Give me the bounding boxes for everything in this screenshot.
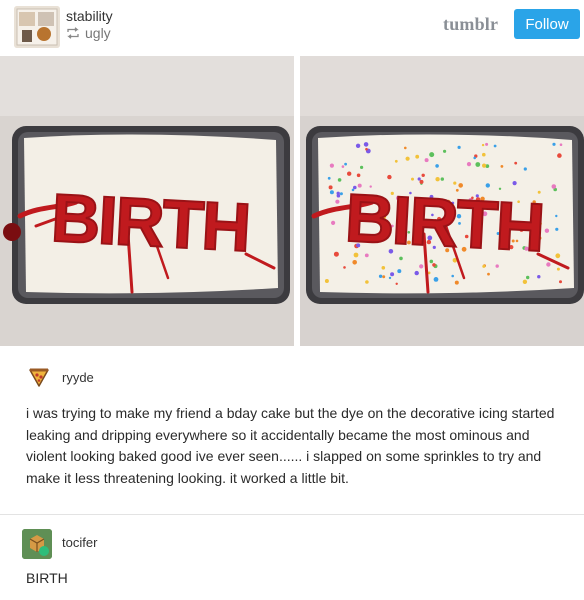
- post-header: stability ugly tumblr Follow: [0, 0, 584, 56]
- reply-username[interactable]: ryyde: [62, 370, 94, 385]
- reply-tocifer: tocifer BIRTH: [0, 515, 584, 600]
- poster-avatar[interactable]: [14, 6, 60, 48]
- reply-ryyde: ryyde i was trying to make my friend a b…: [0, 356, 584, 504]
- tumblr-logo[interactable]: tumblr: [443, 14, 498, 35]
- poster-name[interactable]: stability: [66, 8, 113, 24]
- svg-text:BIRTH: BIRTH: [49, 180, 250, 266]
- svg-text:BIRTH: BIRTH: [343, 180, 544, 266]
- reblog-source[interactable]: ugly: [66, 25, 111, 41]
- follow-button[interactable]: Follow: [514, 9, 580, 39]
- cake-photo-plain[interactable]: BIRTH: [0, 56, 294, 346]
- reply-text: i was trying to make my friend a bday ca…: [26, 405, 555, 486]
- cube-icon[interactable]: [22, 529, 52, 559]
- photo-set: BIRTH BIRTH: [0, 56, 584, 346]
- pizza-icon[interactable]: [28, 366, 50, 388]
- cake-photo-sprinkles[interactable]: BIRTH: [300, 56, 584, 346]
- reply-username[interactable]: tocifer: [62, 535, 97, 550]
- reblog-icon: [67, 27, 79, 39]
- reply-text: BIRTH: [26, 570, 68, 586]
- reblog-source-name: ugly: [85, 25, 111, 41]
